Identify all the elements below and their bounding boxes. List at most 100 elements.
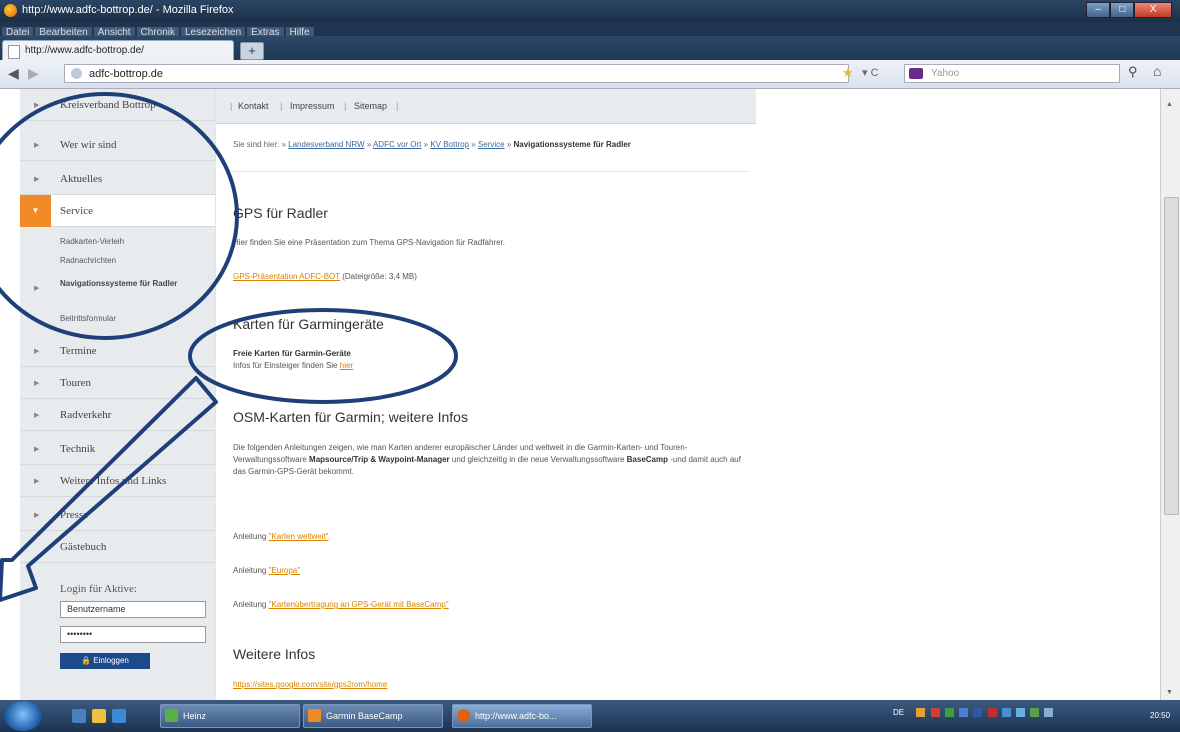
vertical-scrollbar[interactable]: ▲ ▼	[1160, 89, 1180, 700]
breadcrumb-link[interactable]: Landesverband NRW	[288, 140, 364, 149]
sidebar-item-termine[interactable]: ▶ Termine	[20, 335, 215, 367]
scrollbar-thumb[interactable]	[1164, 197, 1179, 515]
download-line: GPS-Präsentation ADFC-BOT (Dateigröße: 3…	[233, 271, 745, 283]
search-engine-icon[interactable]	[909, 68, 923, 79]
chevron-right-icon: ▶	[34, 141, 40, 149]
breadcrumb-link[interactable]: KV Bottrop	[430, 140, 469, 149]
divider	[233, 171, 748, 172]
scroll-down-icon[interactable]: ▼	[1166, 689, 1173, 696]
instruction-link[interactable]: "Europa"	[269, 566, 300, 575]
sidebar-item-touren[interactable]: ▶ Touren	[20, 367, 215, 399]
breadcrumb-link[interactable]: Service	[478, 140, 505, 149]
section-heading: Karten für Garmingeräte	[233, 316, 384, 332]
back-icon[interactable]: ◀	[8, 65, 19, 82]
external-link[interactable]: https://sites.google.com/site/gps2rom/ho…	[233, 680, 387, 689]
chevron-right-icon: ▶	[34, 175, 40, 183]
chevron-right-icon: ▶	[34, 411, 40, 419]
tray-icon[interactable]	[973, 708, 983, 718]
main-content: | Kontakt | Impressum | Sitemap | Sie si…	[215, 89, 757, 700]
new-tab-button[interactable]: +	[240, 42, 264, 60]
ie-icon[interactable]	[112, 709, 126, 723]
window-title-bar: http://www.adfc-bottrop.de/ - Mozilla Fi…	[0, 0, 1180, 22]
section-paragraph: Die folgenden Anleitungen zeigen, wie ma…	[233, 443, 741, 476]
login-title: Login für Aktive:	[60, 583, 137, 595]
maximize-button[interactable]: □	[1110, 2, 1135, 18]
taskbar-button[interactable]: Heinz	[160, 704, 300, 728]
hier-link[interactable]: hier	[340, 361, 353, 370]
sidebar-subitem-radkarten[interactable]: Radkarten-Verleih	[60, 236, 200, 247]
presentation-link[interactable]: GPS-Präsentation ADFC-BOT	[233, 272, 340, 281]
menu-bar: Datei Bearbeiten Ansicht Chronik Lesezeichen…	[0, 22, 1180, 39]
window-title: http://www.adfc-bottrop.de/ - Mozilla Fi…	[22, 4, 234, 16]
language-indicator[interactable]: DE	[893, 708, 904, 717]
sidebar-item-wer-wir-sind[interactable]: ▶ Wer wir sind	[20, 129, 215, 161]
tray-icon[interactable]	[987, 708, 997, 718]
tab-label: http://www.adfc-bottrop.de/	[25, 45, 144, 56]
home-icon[interactable]: ⌂	[1153, 63, 1161, 79]
sidebar-item-service[interactable]: ▼ Service	[20, 195, 215, 227]
sidebar-subitem-radnachrichten[interactable]: Radnachrichten	[60, 255, 200, 266]
tray-icon[interactable]	[916, 708, 926, 718]
minimize-button[interactable]: –	[1086, 2, 1111, 18]
explorer-icon[interactable]	[92, 709, 106, 723]
sidebar-item-weitere-infos[interactable]: ▶ Weitere Infos und Links	[20, 465, 215, 497]
chevron-right-icon: ▶	[34, 511, 40, 519]
forward-icon[interactable]: ▶	[28, 65, 39, 82]
login-button[interactable]: 🔒 Einloggen	[60, 653, 150, 669]
username-field[interactable]: Benutzername	[60, 601, 206, 618]
section-text: Hier finden Sie eine Präsentation zum Th…	[233, 238, 505, 247]
taskbar: Heinz Garmin BaseCamp http://www.adfc-bo…	[0, 700, 1180, 732]
breadcrumb-current: Navigationssysteme für Radler	[513, 140, 631, 149]
url-text: adfc-bottrop.de	[89, 68, 163, 80]
network-icon[interactable]	[1030, 708, 1040, 718]
breadcrumb-link[interactable]: ADFC vor Ort	[373, 140, 421, 149]
instruction-link[interactable]: "Karten weltweit"	[269, 532, 329, 541]
chevron-right-icon: ▶	[34, 445, 40, 453]
sidebar-subitem-navigationssysteme[interactable]: Navigationssysteme für Radler	[60, 278, 200, 289]
chevron-right-icon: ▶	[34, 379, 40, 387]
search-placeholder: Yahoo	[931, 68, 960, 79]
sidebar-item-gaestebuch[interactable]: Gästebuch	[20, 531, 215, 563]
sidebar-item-kreisverband[interactable]: ▶ Kreisverband Bottrop	[20, 89, 215, 121]
section-heading: Weitere Infos	[233, 646, 316, 662]
chevron-right-icon: ▶	[34, 347, 40, 355]
tray-icon[interactable]	[930, 708, 940, 718]
clock[interactable]: 20:50	[1150, 711, 1170, 720]
sidebar-item-aktuelles[interactable]: ▶ Aktuelles	[20, 163, 215, 195]
taskbar-button[interactable]: http://www.adfc-bo...	[452, 704, 592, 728]
taskbar-button[interactable]: Garmin BaseCamp	[303, 704, 443, 728]
instruction-line: Anleitung "Karten weltweit"	[233, 532, 329, 541]
tray-icon[interactable]	[959, 708, 969, 718]
scroll-up-icon[interactable]: ▲	[1166, 101, 1173, 108]
firefox-icon	[457, 709, 470, 722]
link-impressum[interactable]: Impressum	[290, 101, 335, 111]
bold-line: Freie Karten für Garmin-Geräte	[233, 349, 351, 358]
instruction-link[interactable]: "Kartenübertragung an GPS-Gerät mit Base…	[269, 600, 449, 609]
sidebar-item-radverkehr[interactable]: ▶ Radverkehr	[20, 399, 215, 431]
browser-tab[interactable]: http://www.adfc-bottrop.de/	[2, 40, 234, 60]
url-bar[interactable]: adfc-bottrop.de	[64, 64, 849, 83]
link-sitemap[interactable]: Sitemap	[354, 101, 387, 111]
reload-icon[interactable]: ▾ C	[862, 66, 879, 79]
show-desktop-icon[interactable]	[72, 709, 86, 723]
section-heading: GPS für Radler	[233, 205, 328, 221]
sidebar-subitem-beitrittsformular[interactable]: Beitrittsformular	[60, 313, 200, 324]
chevron-right-icon: ▶	[34, 477, 40, 485]
search-icon[interactable]: ⚲	[1128, 64, 1138, 80]
search-bar[interactable]: Yahoo	[904, 64, 1120, 83]
sidebar-item-technik[interactable]: ▶ Technik	[20, 433, 215, 465]
sidebar-item-presse[interactable]: ▶ Presse	[20, 499, 215, 531]
tray-icon[interactable]	[944, 708, 954, 718]
link-kontakt[interactable]: Kontakt	[238, 101, 269, 111]
volume-icon[interactable]	[1044, 708, 1054, 718]
tray-icon[interactable]	[1001, 708, 1011, 718]
chevron-right-icon: ▶	[34, 101, 40, 109]
start-button[interactable]	[4, 701, 42, 731]
close-button[interactable]: X	[1134, 2, 1172, 18]
chevron-right-icon: ▶	[34, 285, 40, 292]
site-identity-icon[interactable]	[71, 68, 82, 79]
tray-icon[interactable]	[1016, 708, 1025, 718]
bookmark-star-icon[interactable]: ★	[842, 65, 854, 81]
password-field[interactable]: ••••••••	[60, 626, 206, 643]
file-size: (Dateigröße: 3,4 MB)	[342, 272, 417, 281]
